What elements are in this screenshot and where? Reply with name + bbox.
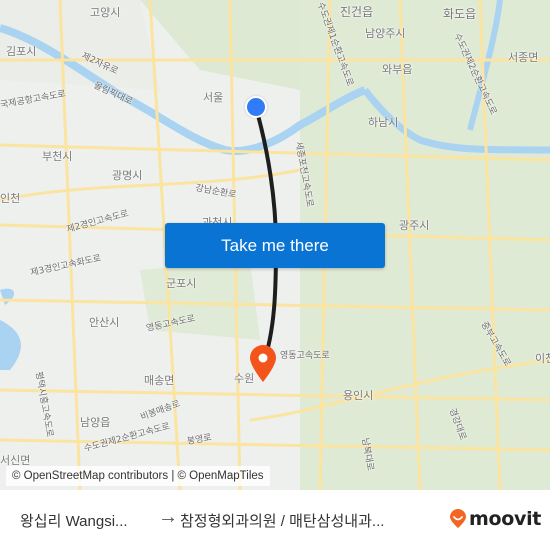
map-label-namyangju: 남양주시 — [365, 27, 406, 40]
moovit-wordmark: moovit — [469, 508, 542, 530]
map-label-seosin: 서신면 — [0, 454, 31, 467]
map-label-seojong: 서종면 — [508, 51, 539, 64]
map-label-hwado: 화도읍 — [443, 7, 477, 21]
arrow-right-icon: → — [158, 506, 178, 528]
destination-pin-shape — [250, 345, 276, 382]
footer: 왕십리 Wangsi... → 참정형외과의원 / 매탄삼성내과... moov… — [0, 490, 550, 550]
map-label-incheon: 인천 — [0, 192, 21, 205]
map-label-maesong: 매송면 — [144, 374, 175, 387]
take-me-there-button[interactable]: Take me there — [165, 223, 385, 268]
moovit-logo[interactable]: moovit — [449, 508, 541, 530]
map[interactable]: 고양시 김포시 서울 부천시 광명시 인천 과천시 군포시 안산시 매송면 남양… — [0, 0, 550, 490]
map-label-yongin: 용인시 — [343, 389, 374, 402]
map-label-goyang: 고양시 — [90, 6, 121, 19]
map-label-wabu: 와부읍 — [382, 63, 413, 76]
map-label-gwangju: 광주시 — [399, 219, 430, 232]
map-label-bucheon: 부천시 — [42, 150, 73, 163]
map-label-seoul: 서울 — [203, 91, 224, 104]
origin-name: 왕십리 Wangsi... — [20, 513, 128, 530]
sea — [0, 288, 15, 305]
map-attribution[interactable]: © OpenStreetMap contributors | © OpenMap… — [6, 466, 270, 486]
road-label: 영동고속도로 — [280, 351, 330, 361]
destination-pin-icon[interactable] — [248, 344, 278, 384]
map-label-gimpo: 김포시 — [6, 45, 37, 58]
map-label-ansan: 안산시 — [89, 316, 120, 329]
map-label-gwangmyeong: 광명시 — [112, 169, 143, 182]
destination-pin-hole — [258, 353, 268, 363]
map-label-jingeon: 진건읍 — [340, 5, 374, 19]
map-label-gunpo: 군포시 — [166, 277, 197, 290]
origin-marker[interactable] — [245, 96, 267, 118]
map-label-hanam: 하남시 — [368, 116, 399, 129]
sea — [0, 320, 21, 370]
destination-name: 참정형외과의원 / 매탄삼성내과... — [180, 513, 385, 530]
green-area — [140, 0, 300, 90]
map-label-icheon: 이천 — [535, 352, 550, 365]
map-label-namyang: 남양읍 — [80, 416, 111, 429]
moovit-pin-icon — [450, 509, 466, 528]
